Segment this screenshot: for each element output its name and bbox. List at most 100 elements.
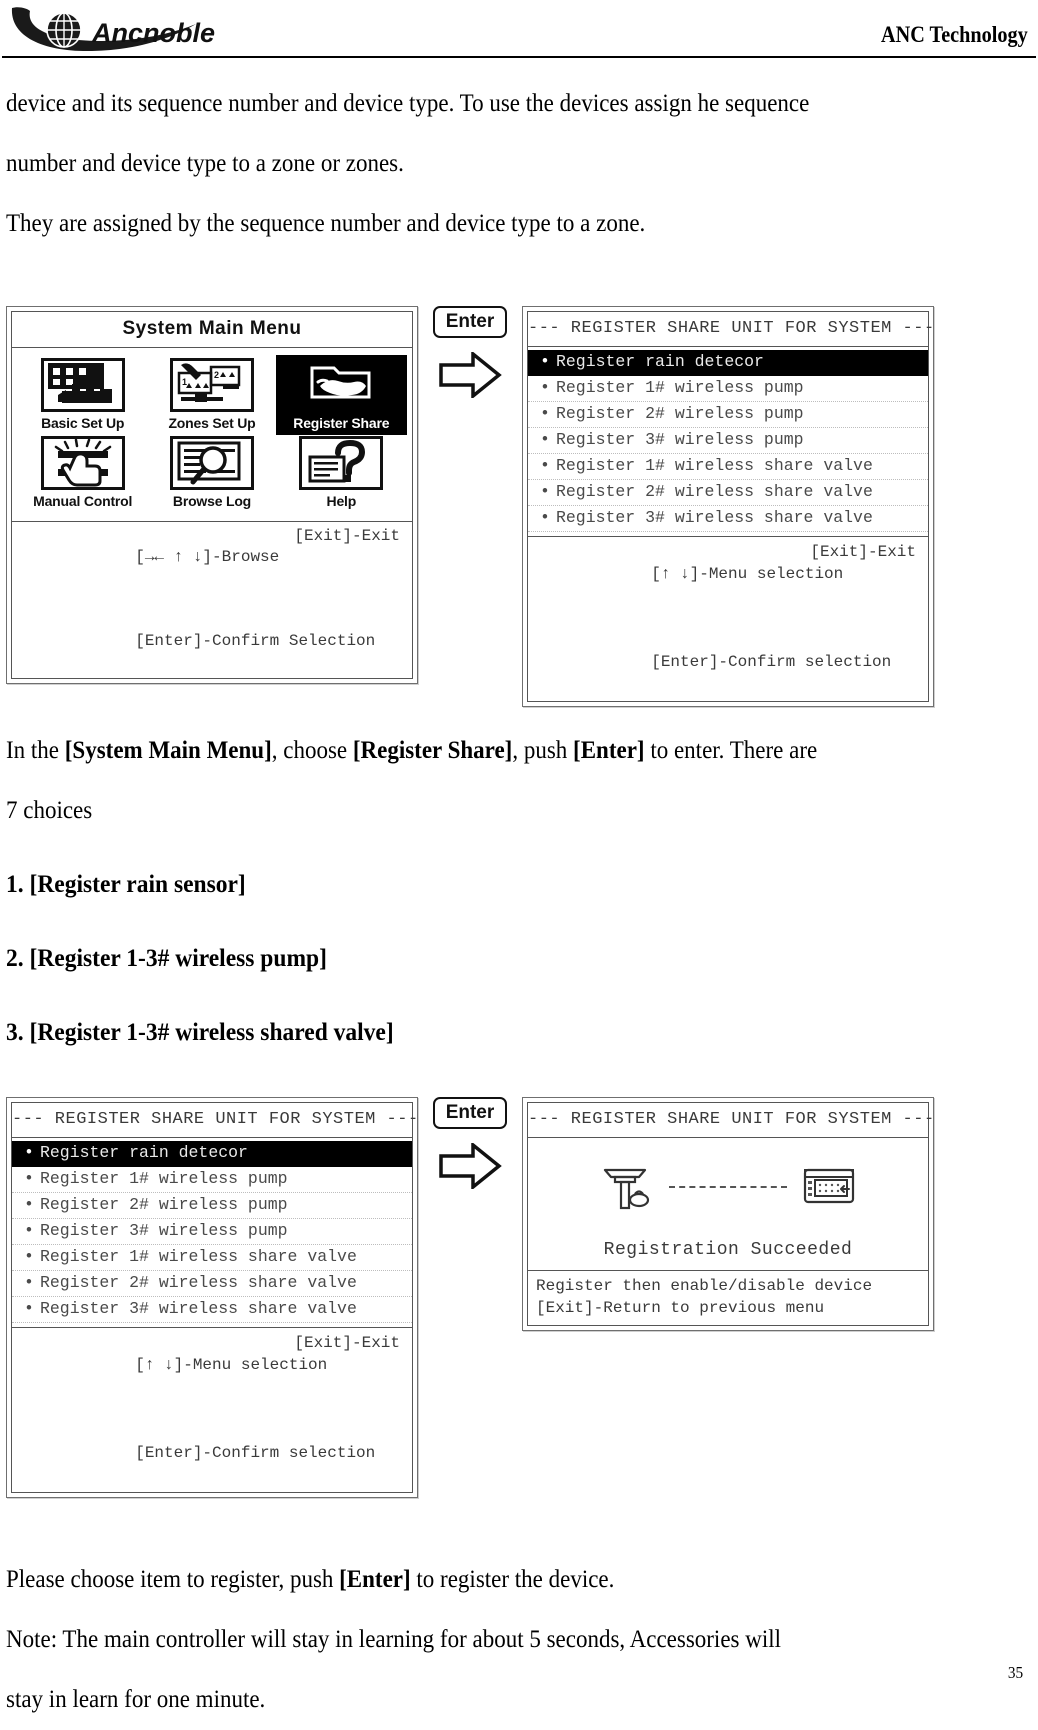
wrench-zones-icon: 1 2 — [169, 358, 254, 412]
logo-wordmark: Ancnoble — [91, 18, 215, 48]
menu-item-label: Zones Set Up — [168, 415, 256, 431]
menu-item-manual-control[interactable]: Manual Control — [18, 436, 147, 509]
list-item[interactable]: • Register 1# wireless share valve — [528, 454, 928, 480]
bullet-icon: • — [24, 1299, 34, 1318]
list-item[interactable]: • Register 2# wireless pump — [12, 1193, 412, 1219]
text-fragment: to register the device. — [410, 1566, 615, 1593]
enter-transition-2: Enter — [418, 1097, 522, 1189]
list-item[interactable]: • Register 1# wireless pump — [12, 1167, 412, 1193]
list-item[interactable]: • Register 3# wireless share valve — [12, 1297, 412, 1323]
bullet-icon: • — [540, 508, 550, 527]
list-item[interactable]: • Register rain detecor — [12, 1141, 412, 1167]
choice-label: [Register 1-3# wireless shared valve] — [29, 1019, 394, 1046]
list-item[interactable]: • Register 3# wireless share valve — [528, 506, 928, 532]
list-item-label: Register rain detecor — [40, 1143, 248, 1162]
panel-title: System Main Menu — [12, 312, 412, 348]
bullet-icon: • — [24, 1195, 34, 1214]
bullet-icon: • — [24, 1169, 34, 1188]
footer-return-hint: [Exit]-Return to previous menu — [536, 1299, 825, 1317]
menu-item-browse-log[interactable]: Browse Log — [147, 436, 276, 509]
menu-item-label: Help — [326, 493, 357, 509]
bullet-icon: • — [540, 456, 550, 475]
panel-title: --- REGISTER SHARE UNIT FOR SYSTEM --- — [12, 1103, 418, 1138]
choice-number: 3. — [6, 1019, 24, 1046]
list-item[interactable]: • Register rain detecor — [528, 350, 928, 376]
bullet-icon: • — [540, 378, 550, 397]
choice-label: [Register rain sensor] — [29, 871, 246, 898]
bullet-icon: • — [24, 1221, 34, 1240]
list-item[interactable]: • Register 3# wireless pump — [12, 1219, 412, 1245]
text-fragment: In the — [6, 737, 65, 764]
text-bold-register-share: [Register Share] — [352, 737, 513, 764]
note-line-1: Note: The main controller will stay in l… — [6, 1626, 782, 1653]
closing-line-1: Please choose item to register, push [En… — [6, 1550, 950, 1610]
menu-item-zones-set-up[interactable]: 1 2 Zones Set Up — [147, 358, 276, 432]
rain-sensor-icon — [603, 1168, 650, 1210]
panel-title: --- REGISTER SHARE UNIT FOR SYSTEM --- — [528, 1103, 934, 1138]
company-name: ANC Technology — [881, 22, 1028, 47]
text-fragment: , choose — [271, 737, 353, 764]
text-bold-enter: [Enter] — [573, 737, 645, 764]
list-item[interactable]: • Register 2# wireless share valve — [12, 1271, 412, 1297]
lcd-panel-registration-succeeded: --- REGISTER SHARE UNIT FOR SYSTEM --- R… — [522, 1097, 934, 1331]
choice-item-1: 1. [Register rain sensor] — [6, 855, 970, 915]
list-item[interactable]: • Register 1# wireless pump — [528, 376, 928, 402]
hand-folder-icon — [299, 358, 384, 412]
list-item-label: Register 1# wireless share valve — [40, 1247, 357, 1266]
choice-number: 1. — [6, 871, 24, 898]
list-item-label: Register 2# wireless pump — [40, 1195, 288, 1214]
bullet-icon: • — [540, 404, 550, 423]
lcd-panel-register-list: --- REGISTER SHARE UNIT FOR SYSTEM --- •… — [522, 306, 934, 707]
list-item-label: Register 1# wireless share valve — [556, 456, 873, 475]
menu-item-label: Manual Control — [33, 493, 133, 509]
list-item-label: Register 3# wireless pump — [40, 1221, 288, 1240]
bullet-icon: • — [24, 1247, 34, 1266]
footer-exit-hint: [Exit]-Exit — [810, 543, 916, 561]
question-mark-icon — [299, 436, 384, 490]
note-line-2: stay in learn for one minute. — [6, 1686, 266, 1713]
bullet-icon: • — [540, 430, 550, 449]
menu-item-basic-set-up[interactable]: Basic Set Up — [18, 358, 147, 432]
controller-panel-icon — [40, 358, 125, 412]
list-item-label: Register 3# wireless pump — [556, 430, 804, 449]
panel-footer: [↑ ↓]-Menu selection [Exit]-Exit [Enter]… — [12, 1327, 412, 1492]
register-menu-list: • Register rain detecor • Register 1# wire… — [528, 347, 928, 536]
footer-confirm-hint: [Enter]-Confirm selection — [651, 653, 892, 671]
text-fragment: , push — [512, 737, 574, 764]
svg-text:1: 1 — [182, 377, 187, 387]
list-item[interactable]: • Register 3# wireless pump — [528, 428, 928, 454]
list-item[interactable]: • Register 2# wireless pump — [528, 402, 928, 428]
list-item-label: Register 3# wireless share valve — [40, 1299, 357, 1318]
panel-title: --- REGISTER SHARE UNIT FOR SYSTEM --- — [528, 312, 934, 347]
choice-label: [Register 1-3# wireless pump] — [29, 945, 327, 972]
list-item-label: Register 2# wireless share valve — [556, 482, 873, 501]
list-item-label: Register 1# wireless pump — [40, 1169, 288, 1188]
menu-item-label: Basic Set Up — [41, 415, 125, 431]
svg-text:2: 2 — [214, 370, 219, 380]
footer-confirm-hint: [Enter]-Confirm Selection — [135, 632, 376, 650]
list-item-label: Register 1# wireless pump — [556, 378, 804, 397]
controller-icon — [803, 1168, 855, 1204]
list-item-label: Register 2# wireless share valve — [40, 1273, 357, 1292]
registration-status-message: Registration Succeeded — [603, 1240, 853, 1260]
enter-key-button[interactable]: Enter — [432, 306, 508, 338]
list-item[interactable]: • Register 1# wireless share valve — [12, 1245, 412, 1271]
dashed-link-icon — [669, 1186, 787, 1188]
right-arrow-icon — [439, 1143, 502, 1189]
list-item-label: Register 2# wireless pump — [556, 404, 804, 423]
enter-key-button[interactable]: Enter — [432, 1097, 508, 1129]
bullet-icon: • — [24, 1273, 34, 1292]
main-menu-icon-grid: Basic Set Up 1 2 Zones Set Up Register S… — [12, 348, 412, 521]
bullet-icon: • — [540, 352, 550, 371]
list-item[interactable]: • Register 2# wireless share valve — [528, 480, 928, 506]
instruction-line-2: 7 choices — [6, 797, 93, 824]
footer-confirm-hint: [Enter]-Confirm selection — [135, 1444, 376, 1462]
intro-line-3: They are assigned by the sequence number… — [6, 210, 646, 237]
panel-footer: Register then enable/disable device [Exi… — [528, 1270, 928, 1325]
menu-item-register-share[interactable]: Register Share — [275, 355, 407, 435]
page-number: 35 — [1007, 1663, 1024, 1682]
menu-item-label: Browse Log — [172, 493, 252, 509]
menu-item-help[interactable]: Help — [277, 436, 406, 509]
register-menu-list-2: • Register rain detecor • Register 1# wire… — [12, 1138, 412, 1327]
text-bold-enter: [Enter] — [339, 1566, 411, 1593]
